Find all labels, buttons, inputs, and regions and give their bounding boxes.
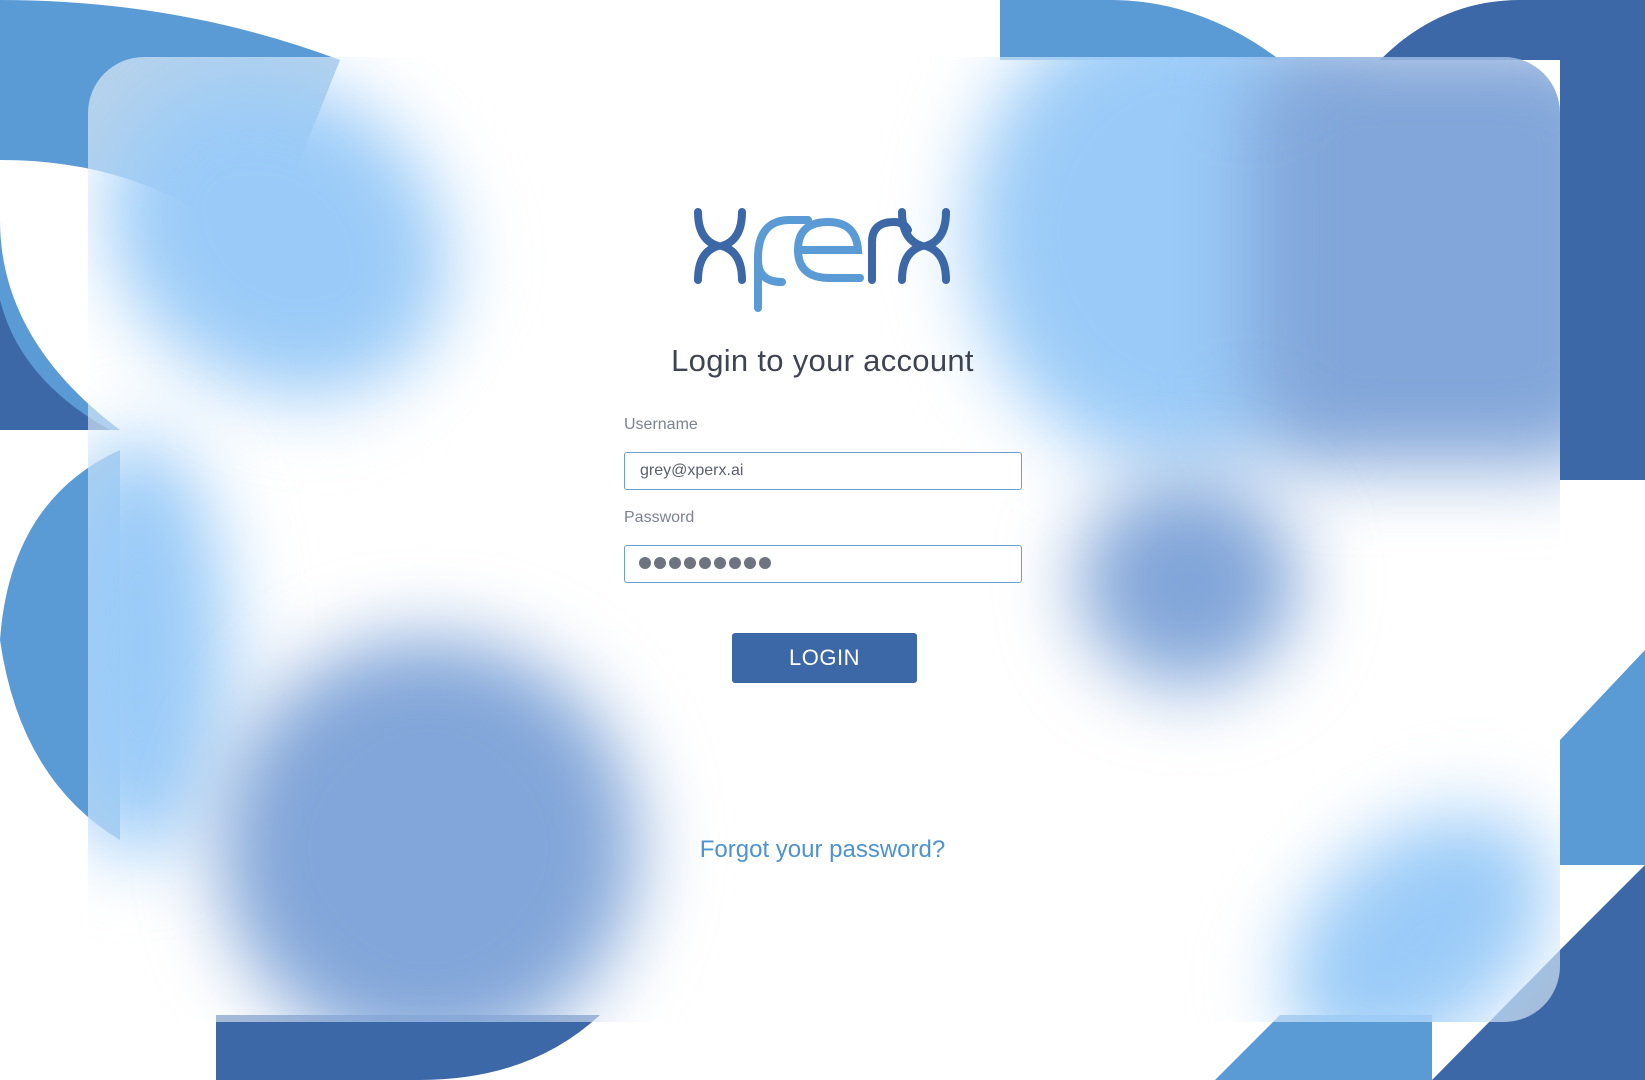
login-button[interactable]: LOGIN <box>732 633 917 683</box>
page-title: Login to your account <box>671 343 974 378</box>
xperx-logo: xperx <box>690 200 950 312</box>
password-dot <box>714 557 726 569</box>
password-dot <box>639 557 651 569</box>
login-content: xperx Login to your account Username Pas… <box>0 0 1645 1080</box>
password-dot <box>699 557 711 569</box>
forgot-password-link[interactable]: Forgot your password? <box>0 836 1645 864</box>
password-dot <box>744 557 756 569</box>
login-page: xperx Login to your account Username Pas… <box>0 0 1645 1080</box>
password-dot <box>759 557 771 569</box>
password-dot <box>684 557 696 569</box>
password-dot <box>729 557 741 569</box>
username-input[interactable] <box>624 452 1022 490</box>
username-label: Username <box>624 416 698 433</box>
password-dot <box>669 557 681 569</box>
password-label: Password <box>624 509 695 526</box>
logo-text: xperx <box>690 200 693 201</box>
password-mask <box>639 556 771 570</box>
password-dot <box>654 557 666 569</box>
